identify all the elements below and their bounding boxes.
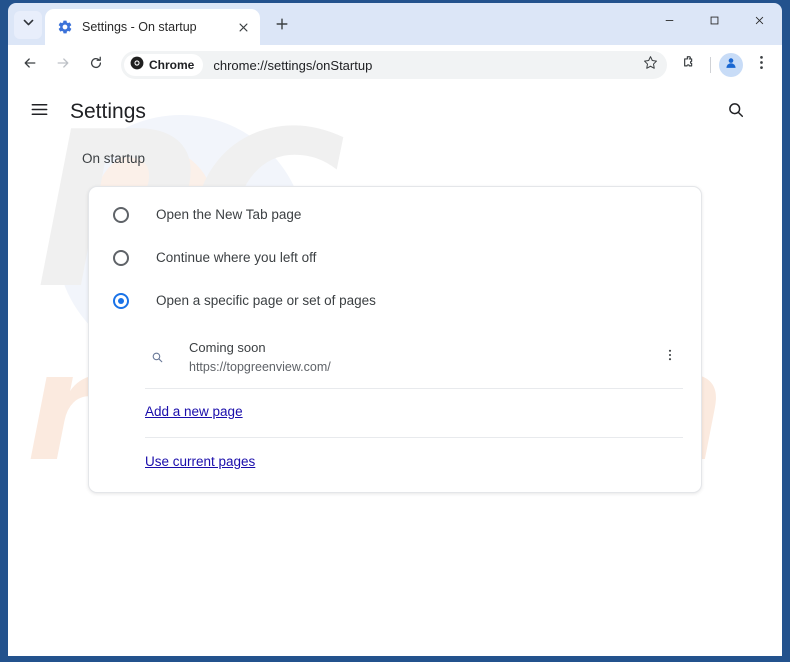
radio-button-selected[interactable] (113, 292, 129, 309)
tab-title: Settings - On startup (82, 20, 197, 34)
new-tab-button[interactable] (268, 12, 296, 40)
minimize-button[interactable] (647, 3, 692, 41)
bookmark-button[interactable] (637, 52, 663, 78)
settings-header: Settings (8, 85, 782, 139)
search-icon (727, 101, 745, 124)
page-title: Settings (70, 100, 146, 123)
chrome-chip-label: Chrome (149, 58, 195, 72)
browser-menu-button[interactable] (746, 50, 776, 80)
on-startup-card: Open the New Tab page Continue where you… (88, 186, 702, 493)
settings-content: On startup Open the New Tab page Continu… (8, 139, 782, 656)
reload-button[interactable] (80, 49, 112, 81)
extensions-button[interactable] (674, 50, 704, 80)
startup-page-menu-button[interactable] (657, 344, 683, 370)
startup-option-continue[interactable]: Continue where you left off (89, 236, 701, 279)
startup-page-text: Coming soon https://topgreenview.com/ (189, 339, 657, 376)
chevron-down-icon (22, 16, 35, 34)
settings-search-button[interactable] (718, 94, 754, 130)
browser-toolbar: Chrome chrome://settings/onStartup (8, 45, 782, 85)
startup-option-label: Continue where you left off (156, 250, 317, 265)
add-new-page-link[interactable]: Add a new page (145, 404, 243, 419)
tab-search-button[interactable] (14, 11, 42, 39)
use-current-pages-link[interactable]: Use current pages (145, 454, 255, 469)
startup-page-url: https://topgreenview.com/ (189, 359, 331, 374)
forward-button[interactable] (47, 49, 79, 81)
startup-option-label: Open the New Tab page (156, 207, 302, 222)
puzzle-piece-icon (681, 54, 698, 76)
settings-gear-icon (57, 19, 73, 35)
startup-option-specific-page[interactable]: Open a specific page or set of pages (89, 279, 701, 322)
window-controls (647, 3, 782, 41)
use-current-pages-row: Use current pages (145, 438, 683, 492)
back-button[interactable] (14, 49, 46, 81)
section-heading: On startup (82, 151, 146, 166)
chrome-logo-icon (130, 56, 144, 75)
search-icon (149, 349, 166, 366)
radio-button[interactable] (113, 249, 129, 266)
startup-page-row: Coming soon https://topgreenview.com/ (145, 331, 683, 389)
hamburger-menu-icon (30, 100, 49, 124)
maximize-icon (709, 13, 720, 31)
minimize-icon (664, 13, 675, 31)
reload-icon (88, 55, 104, 76)
toolbar-divider (710, 57, 711, 73)
three-dot-menu-icon (663, 348, 677, 367)
chrome-origin-chip[interactable]: Chrome (124, 54, 204, 76)
address-bar-url: chrome://settings/onStartup (213, 57, 373, 73)
radio-button[interactable] (113, 206, 129, 223)
maximize-button[interactable] (692, 3, 737, 41)
hamburger-menu-button[interactable] (20, 93, 58, 131)
close-window-button[interactable] (737, 3, 782, 41)
star-icon (643, 55, 658, 75)
page-viewport: PC risk.com Settings On startup (8, 85, 782, 656)
tab-settings[interactable]: Settings - On startup (45, 9, 260, 45)
avatar[interactable] (719, 53, 743, 77)
startup-page-title: Coming soon (189, 340, 266, 355)
close-icon (754, 13, 765, 31)
browser-window: Settings - On startup Chrome chrome://se… (0, 0, 790, 662)
startup-option-label: Open a specific page or set of pages (156, 293, 376, 308)
plus-icon (275, 17, 289, 36)
add-new-page-row: Add a new page (145, 389, 683, 438)
back-arrow-icon (22, 55, 38, 76)
three-dot-menu-icon (753, 54, 770, 76)
forward-arrow-icon (55, 55, 71, 76)
close-icon[interactable] (233, 17, 253, 37)
user-avatar-icon (724, 56, 738, 75)
startup-option-new-tab[interactable]: Open the New Tab page (89, 193, 701, 236)
address-bar[interactable]: Chrome chrome://settings/onStartup (121, 51, 667, 79)
